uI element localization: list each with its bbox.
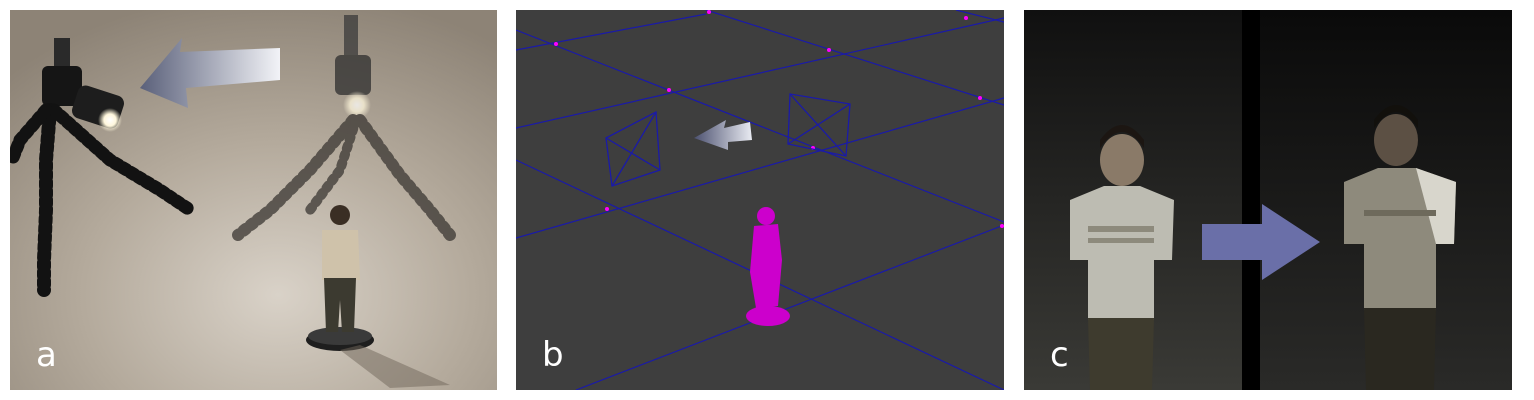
photo-scene [10,10,497,390]
panel-b-viewport: b [516,10,1004,390]
viewport-scene [516,10,1004,390]
comparison-scene [1024,10,1512,390]
panel-a-photo: a [10,10,497,390]
panel-b-label: b [542,335,564,375]
panel-a-label: a [36,335,57,375]
panel-c-comparison: c [1024,10,1512,390]
panel-c-label: c [1050,335,1069,375]
